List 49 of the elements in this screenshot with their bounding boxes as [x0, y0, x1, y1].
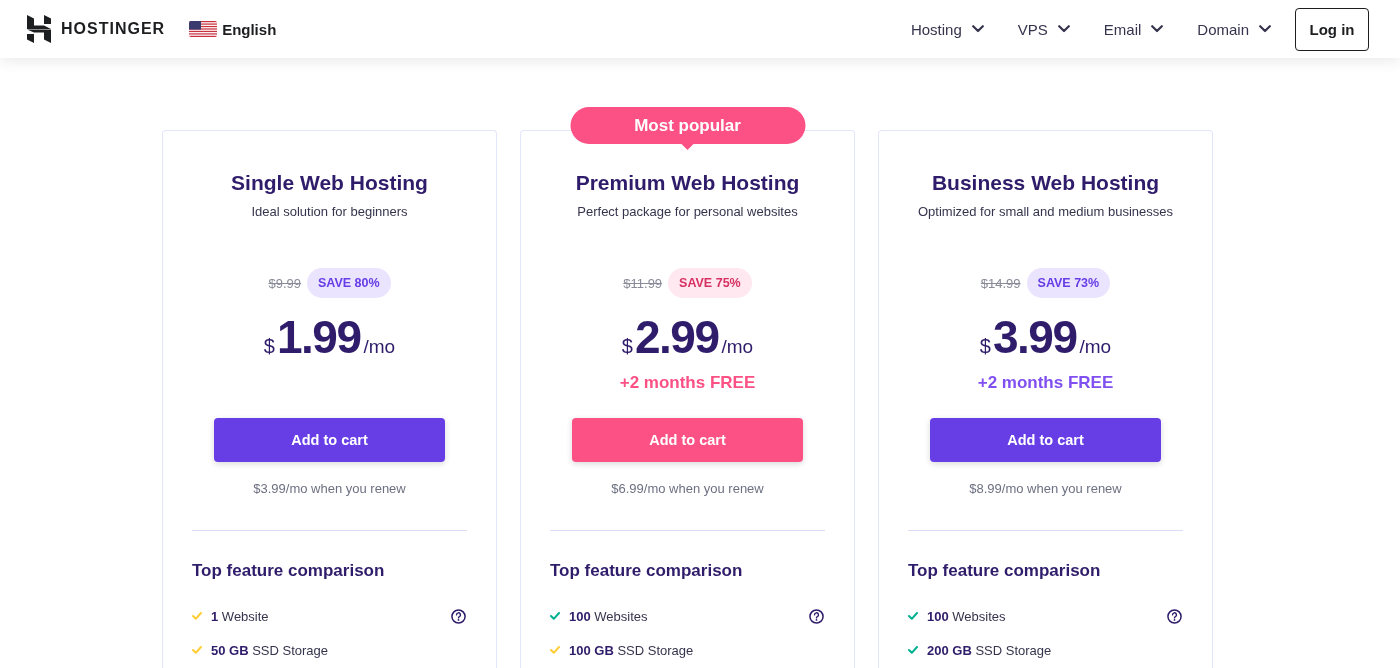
nav-menu-item[interactable]: VPS	[1017, 20, 1070, 38]
help-icon[interactable]	[451, 608, 466, 624]
features-heading: Top feature comparison	[550, 560, 744, 582]
plan-title: Premium Web Hosting	[575, 170, 800, 196]
feature-text: 50 GB SSD Storage	[211, 642, 329, 658]
nav-menu-item[interactable]: Email	[1103, 20, 1164, 38]
plan-subtitle: Perfect package for personal websites	[577, 203, 798, 221]
bonus-text: +2 months FREE	[619, 372, 756, 394]
chevron-down-icon	[1151, 25, 1164, 33]
bonus-text: +2 months FREE	[977, 372, 1114, 394]
renewal-price: $8.99/mo when you renew	[969, 480, 1122, 498]
feature-text: 100 Websites	[927, 608, 1006, 624]
feature-text: 200 GB SSD Storage	[927, 642, 1052, 658]
old-price: $9.99	[268, 275, 301, 291]
logo-text: HOSTINGER	[61, 20, 166, 38]
features-heading: Top feature comparison	[192, 560, 386, 582]
old-price: $14.99	[980, 275, 1021, 291]
old-price: $11.99	[623, 275, 663, 291]
badge-pointer-icon	[681, 144, 694, 150]
feature-text: 100 Websites	[569, 608, 648, 624]
chevron-down-icon	[1057, 25, 1070, 33]
add-to-cart-button[interactable]: Add to cart	[214, 418, 445, 462]
flag-icon	[189, 21, 218, 37]
price: $3.99/mo	[979, 312, 1112, 362]
renewal-price: $6.99/mo when you renew	[611, 480, 764, 498]
features-heading: Top feature comparison	[908, 560, 1102, 582]
logo-icon[interactable]	[27, 15, 51, 43]
chevron-down-icon	[971, 25, 984, 33]
feature-text: 100 GB SSD Storage	[569, 642, 694, 658]
login-button[interactable]: Log in	[1295, 7, 1369, 51]
plan-title: Business Web Hosting	[931, 170, 1160, 196]
nav-menu-item[interactable]: Domain	[1197, 20, 1271, 38]
plan-title: Single Web Hosting	[231, 170, 428, 196]
popular-badge: Most popular	[570, 107, 805, 144]
nav-menu-item[interactable]: Hosting	[910, 20, 984, 38]
price: $1.99/mo	[263, 312, 396, 362]
discount-badge: SAVE 75%	[668, 268, 752, 298]
language-selector[interactable]: English	[189, 20, 277, 38]
plan-subtitle: Ideal solution for beginners	[251, 203, 408, 221]
renewal-price: $3.99/mo when you renew	[253, 480, 406, 498]
add-to-cart-button[interactable]: Add to cart	[930, 418, 1161, 462]
help-icon[interactable]	[809, 608, 824, 624]
discount-badge: SAVE 80%	[306, 268, 391, 298]
discount-badge: SAVE 73%	[1026, 268, 1111, 298]
help-icon[interactable]	[1167, 608, 1182, 624]
plan-subtitle: Optimized for small and medium businesses	[917, 203, 1174, 221]
feature-text: 1 Website	[211, 608, 269, 624]
chevron-down-icon	[1259, 25, 1271, 33]
price: $2.99/mo	[621, 312, 754, 362]
